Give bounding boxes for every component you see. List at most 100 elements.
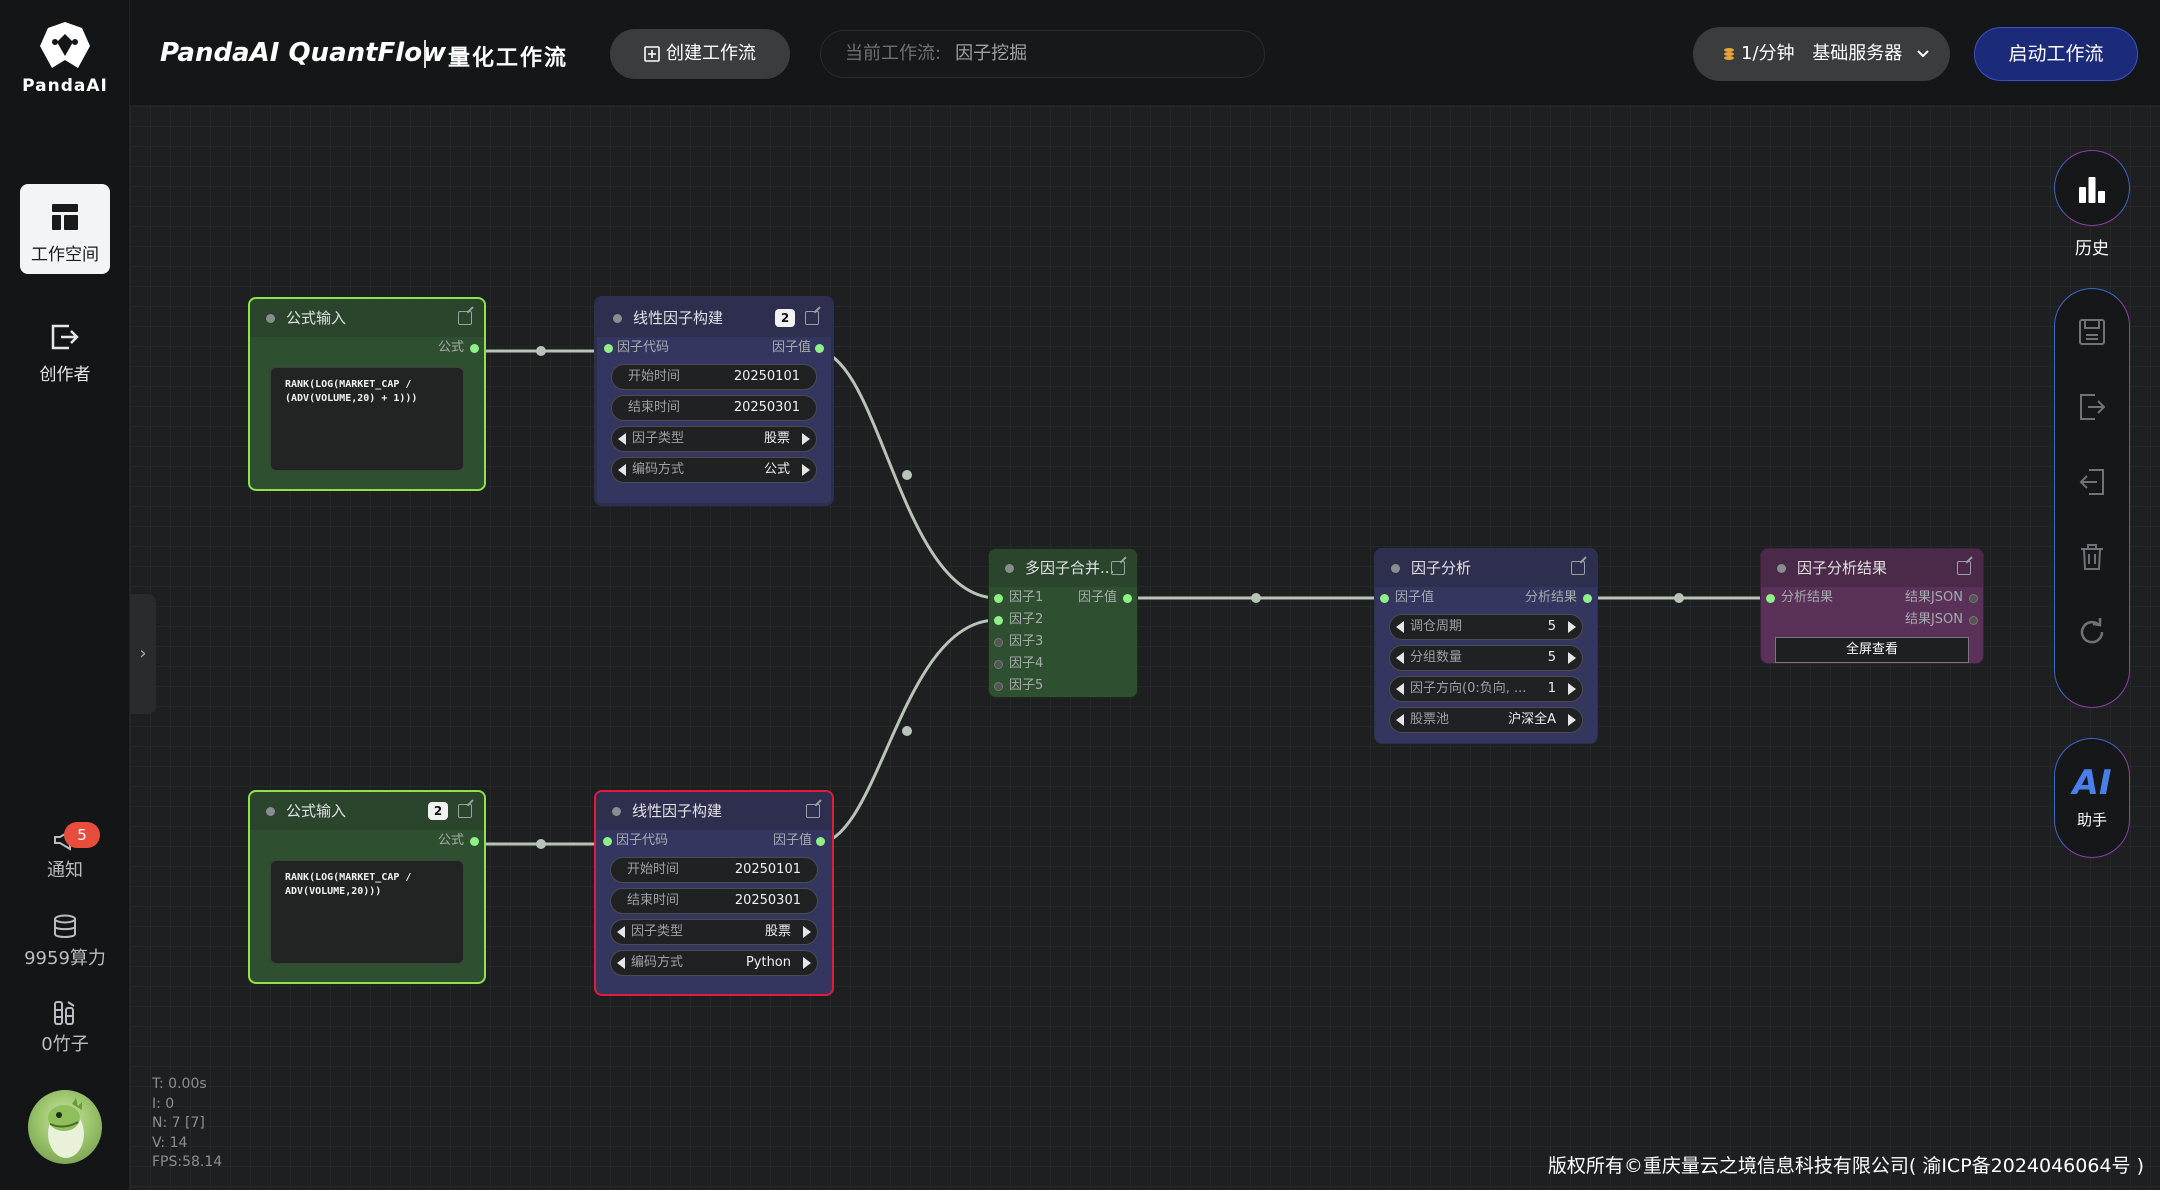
encode-mode-combo[interactable]: 编码方式 公式 [611, 457, 817, 483]
node-factor-analysis-result[interactable]: 因子分析结果 分析结果 结果JSON 结果JSON 全屏查看 [1760, 548, 1984, 664]
output-port[interactable] [816, 837, 825, 846]
node-formula-input-2[interactable]: 公式输入 2 公式 RANK(LOG(MARKET_CAP / ADV(VOLU… [248, 790, 486, 984]
server-select[interactable]: 1/分钟 基础服务器 [1693, 27, 1950, 81]
node-header[interactable]: 因子分析 [1375, 549, 1597, 587]
input-port[interactable] [603, 837, 612, 846]
ai-assistant-button[interactable]: AI 助手 [2054, 738, 2130, 858]
node-header[interactable]: 公式输入 2 [250, 792, 484, 830]
plus-square-icon [644, 46, 660, 62]
compute-stat[interactable]: 9959算力 [0, 914, 130, 970]
formula-textarea[interactable]: RANK(LOG(MARKET_CAP / ADV(VOLUME,20))) [270, 860, 464, 964]
output-port[interactable] [1969, 594, 1978, 603]
output-port[interactable] [815, 344, 824, 353]
node-linear-factor-2[interactable]: 线性因子构建 因子代码 因子值 开始时间 20250101 结束时间 20250… [594, 790, 834, 996]
encode-mode-combo[interactable]: 编码方式 Python [610, 950, 818, 976]
avatar[interactable] [28, 1090, 102, 1164]
server-name: 基础服务器 [1812, 43, 1903, 64]
input-port[interactable] [1766, 594, 1775, 603]
notify-badge: 5 [64, 822, 100, 848]
field-value: 20250301 [734, 893, 801, 908]
node-header[interactable]: 线性因子构建 [596, 792, 832, 830]
edit-icon[interactable] [1111, 561, 1125, 575]
node-factor-analysis[interactable]: 因子分析 因子值 分析结果 调仓周期 5 分组数量 5 因子方向(0:负向, .… [1374, 548, 1598, 744]
input-port[interactable] [994, 682, 1003, 691]
field-value: 20250101 [733, 369, 800, 384]
logo[interactable]: PandaAI [0, 20, 130, 96]
field-label: 编码方式 [631, 955, 684, 970]
formula-textarea[interactable]: RANK(LOG(MARKET_CAP / (ADV(VOLUME,20) + … [270, 367, 464, 471]
create-workflow-button[interactable]: 创建工作流 [610, 29, 790, 79]
output-port[interactable] [1123, 594, 1132, 603]
node-formula-input-1[interactable]: 公式输入 公式 RANK(LOG(MARKET_CAP / (ADV(VOLUM… [248, 297, 486, 491]
edit-icon[interactable] [806, 804, 820, 818]
node-title: 公式输入 [286, 309, 347, 327]
end-date-field[interactable]: 结束时间 20250301 [610, 888, 818, 914]
node-header[interactable]: 因子分析结果 [1761, 549, 1983, 587]
save-icon[interactable] [2077, 317, 2107, 347]
expand-panel-toggle[interactable]: › [130, 594, 156, 714]
sidebar-item-label: 工作空间 [31, 245, 99, 265]
node-header[interactable]: 线性因子构建 2 [597, 299, 831, 337]
field-value: 20250301 [733, 400, 800, 415]
field-value: 20250101 [734, 862, 801, 877]
input-label: 因子代码 [616, 833, 669, 848]
field-value: 1 [1547, 681, 1556, 696]
output-port[interactable] [470, 344, 479, 353]
current-workflow-field[interactable]: 当前工作流: 因子挖掘 [820, 30, 1265, 78]
fullscreen-view-button[interactable]: 全屏查看 [1775, 637, 1969, 663]
node-header[interactable]: 多因子合并... [989, 549, 1137, 587]
edit-icon[interactable] [458, 311, 472, 325]
field-label: 因子类型 [631, 924, 684, 939]
chevron-right-icon: › [139, 643, 147, 664]
edit-icon[interactable] [1957, 561, 1971, 575]
sidebar-item-workspace[interactable]: 工作空间 [20, 184, 110, 274]
stock-pool-combo[interactable]: 股票池 沪深全A [1389, 707, 1583, 733]
input-label: 分析结果 [1781, 590, 1834, 605]
output-label: 分析结果 [1524, 590, 1577, 605]
bamboo-stat[interactable]: 0竹子 [0, 1000, 130, 1056]
output-label: 公式 [437, 340, 464, 355]
sidebar-item-creator[interactable]: 创作者 [20, 304, 110, 394]
start-date-field[interactable]: 开始时间 20250101 [610, 857, 818, 883]
copyright-footer: 版权所有©重庆量云之境信息科技有限公司( 渝ICP备2024046064号 ) [1547, 1155, 2144, 1177]
input-port[interactable] [994, 660, 1003, 669]
canvas-tools [2054, 288, 2130, 708]
edit-icon[interactable] [1571, 561, 1585, 575]
stat-v: V: 14 [152, 1134, 188, 1151]
input-label: 因子3 [1009, 634, 1044, 649]
node-linear-factor-1[interactable]: 线性因子构建 2 因子代码 因子值 开始时间 20250101 结束时间 202… [594, 296, 834, 506]
edit-icon[interactable] [805, 311, 819, 325]
bar-chart-icon [2079, 177, 2105, 203]
output-port[interactable] [470, 837, 479, 846]
formula-line: RANK(LOG(MARKET_CAP / [285, 872, 412, 883]
app-title: PandaAI QuantFlow [160, 38, 447, 68]
input-port[interactable] [994, 594, 1003, 603]
import-icon[interactable] [2077, 467, 2107, 497]
input-port[interactable] [1380, 594, 1389, 603]
group-count-stepper[interactable]: 分组数量 5 [1389, 645, 1583, 671]
input-label: 因子5 [1009, 678, 1044, 693]
input-port[interactable] [604, 344, 613, 353]
factor-direction-stepper[interactable]: 因子方向(0:负向, ... 1 [1389, 676, 1583, 702]
node-io-row: 公式 [250, 830, 484, 852]
output-port[interactable] [1583, 594, 1592, 603]
history-button[interactable] [2054, 150, 2130, 226]
start-workflow-button[interactable]: 启动工作流 [1974, 27, 2138, 81]
end-date-field[interactable]: 结束时间 20250301 [611, 395, 817, 421]
node-multi-factor-merge[interactable]: 多因子合并... 因子1 因子值 因子2 因子3 因子4 因子5 [988, 548, 1138, 698]
input-port[interactable] [994, 638, 1003, 647]
edit-icon[interactable] [458, 804, 472, 818]
trash-icon[interactable] [2077, 542, 2107, 572]
factor-type-combo[interactable]: 因子类型 股票 [610, 919, 818, 945]
start-date-field[interactable]: 开始时间 20250101 [611, 364, 817, 390]
input-port[interactable] [994, 616, 1003, 625]
refresh-icon[interactable] [2077, 617, 2107, 647]
field-label: 编码方式 [632, 462, 685, 477]
output-port[interactable] [1969, 616, 1978, 625]
node-io-row: 公式 [250, 337, 484, 359]
stat-time: T: 0.00s [152, 1076, 207, 1092]
export-icon[interactable] [2077, 392, 2107, 422]
factor-type-combo[interactable]: 因子类型 股票 [611, 426, 817, 452]
node-header[interactable]: 公式输入 [250, 299, 484, 337]
rebalance-period-stepper[interactable]: 调仓周期 5 [1389, 614, 1583, 640]
